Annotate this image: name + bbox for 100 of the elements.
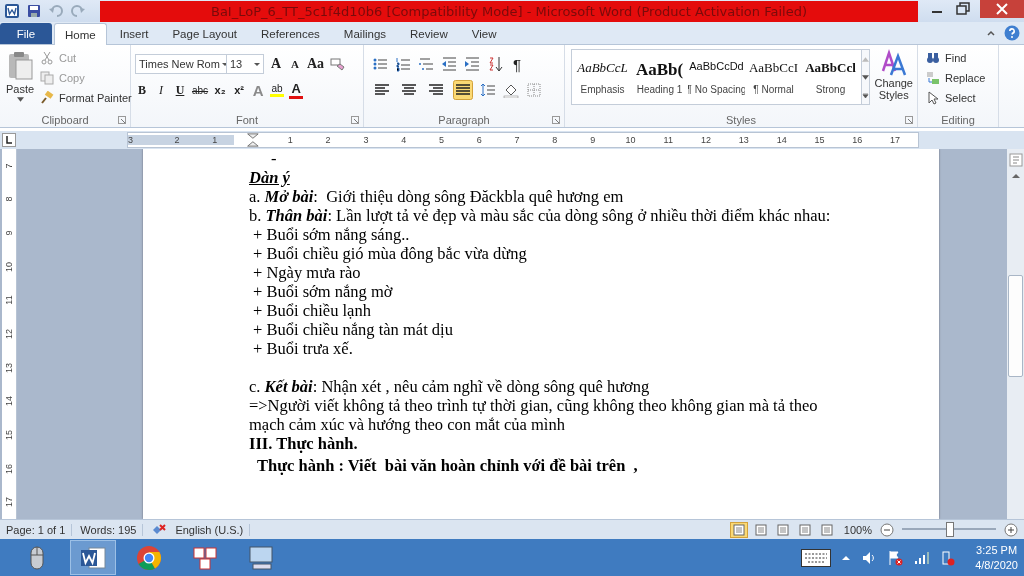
document-text: - bbox=[270, 149, 278, 168]
section-line: c. Kết bài: Nhận xét , nêu cảm nghĩ về dòng sông quê hương bbox=[249, 377, 651, 396]
bullet-line: + Buổi sớm nắng mờ bbox=[252, 282, 394, 301]
sort-icon[interactable] bbox=[487, 56, 503, 72]
shrink-font-button[interactable]: A bbox=[288, 58, 302, 70]
word-count[interactable]: Words: 195 bbox=[80, 523, 144, 536]
group-label: Clipboard bbox=[41, 113, 89, 126]
dialog-launcher-icon[interactable] bbox=[552, 115, 560, 124]
group-label: Styles bbox=[726, 113, 756, 126]
bullet-line: + Buổi chiều gió mùa đông bắc vừa dừng bbox=[252, 244, 528, 263]
format-button[interactable]: x₂ bbox=[213, 84, 228, 96]
vertical-scrollbar[interactable] bbox=[1007, 149, 1024, 519]
style-item[interactable]: AaBb( Heading 1 bbox=[631, 50, 688, 104]
dialog-launcher-icon[interactable] bbox=[351, 115, 359, 124]
ruler-toggle-icon[interactable] bbox=[1008, 153, 1023, 167]
font-name-field[interactable]: Times New Rom bbox=[135, 54, 227, 74]
style-item[interactable]: AaBbCcI ¶ Normal bbox=[745, 50, 802, 104]
view-mode-icon[interactable] bbox=[729, 521, 748, 538]
page-count[interactable]: Page: 1 of 1 bbox=[6, 523, 73, 536]
ribbon-tab[interactable]: References bbox=[250, 23, 331, 44]
scroll-up-icon[interactable] bbox=[1010, 171, 1021, 181]
outline-heading: Dàn ý bbox=[249, 168, 291, 187]
style-item[interactable]: AaBbCcL Emphasis bbox=[574, 50, 631, 104]
format-button[interactable]: U bbox=[173, 82, 187, 98]
font-color-button[interactable]: A bbox=[289, 81, 304, 99]
file-tab[interactable]: File bbox=[0, 23, 52, 44]
dialog-launcher-icon[interactable] bbox=[118, 115, 126, 124]
save-icon[interactable] bbox=[26, 3, 42, 19]
scissors-icon bbox=[40, 50, 54, 65]
signal-bars-icon[interactable] bbox=[913, 549, 930, 566]
multilevel-list-icon[interactable] bbox=[418, 56, 434, 72]
replace-icon bbox=[926, 70, 940, 85]
tab-selector-icon[interactable] bbox=[2, 133, 16, 147]
power-plug-icon[interactable] bbox=[939, 549, 956, 566]
bullet-line: + Buổi sớm nắng sáng.. bbox=[252, 225, 411, 244]
horizontal-ruler: 3 2 1 1 2 3 4 5 6 7 8 9 10 11 12 13 14 15 16 17 bbox=[127, 132, 919, 148]
grow-font-button[interactable]: A bbox=[269, 56, 283, 72]
bullets-icon[interactable] bbox=[372, 56, 388, 72]
keyboard-icon[interactable] bbox=[801, 548, 832, 567]
scroll-thumb[interactable] bbox=[1008, 275, 1023, 377]
zoom-in-icon[interactable] bbox=[1004, 522, 1018, 537]
format-button[interactable]: x² bbox=[232, 84, 247, 96]
zoom-level[interactable]: 100% bbox=[843, 523, 872, 536]
close-icon[interactable] bbox=[980, 0, 1024, 18]
group-label: Font bbox=[236, 113, 258, 126]
format-painter-button[interactable]: Format Painter bbox=[40, 89, 132, 106]
bullet-line: + Buổi trưa xế. bbox=[252, 339, 354, 358]
font-size-field[interactable]: 13 bbox=[226, 54, 264, 74]
word-app-icon[interactable] bbox=[70, 540, 116, 575]
clear-formatting-icon[interactable] bbox=[329, 56, 346, 72]
increase-indent-icon[interactable] bbox=[464, 56, 480, 72]
collapse-ribbon-icon[interactable] bbox=[986, 28, 996, 38]
gallery-scrollbar[interactable] bbox=[862, 49, 871, 105]
group-label: Paragraph bbox=[438, 113, 490, 126]
word-logo-icon[interactable] bbox=[4, 3, 20, 19]
document-text: =>Người viết không tả theo trình tự thời gian, cũng không theo không gian mà tả theo mạch cảm xúc và hướng theo con mắt của mình bbox=[249, 396, 819, 434]
zoom-slider-thumb[interactable] bbox=[946, 522, 954, 537]
scroll-down-icon[interactable] bbox=[862, 74, 870, 80]
change-case-button[interactable]: Aa bbox=[307, 56, 325, 72]
ribbon-tab[interactable]: Mailings bbox=[332, 23, 398, 44]
ribbon-tab[interactable]: View bbox=[460, 23, 508, 44]
numbering-icon[interactable] bbox=[395, 56, 411, 72]
dialog-launcher-icon[interactable] bbox=[905, 115, 913, 124]
ribbon-tab[interactable]: Insert bbox=[108, 23, 160, 44]
ribbon-tab[interactable]: Home bbox=[54, 23, 107, 45]
help-icon[interactable] bbox=[1004, 25, 1020, 41]
align-justify-icon[interactable] bbox=[453, 80, 473, 100]
zoom-out-icon[interactable] bbox=[880, 522, 894, 537]
section-line: a. Mở bài: Giới thiệu dòng sông Đăckbla quê hương em bbox=[249, 187, 625, 206]
format-button[interactable]: I bbox=[154, 82, 168, 98]
paintbrush-icon bbox=[40, 90, 54, 105]
letters-icon bbox=[879, 49, 908, 77]
clock[interactable]: 3:25 PM 4/8/2020 bbox=[975, 544, 1018, 571]
language-indicator[interactable]: English (U.S.) bbox=[175, 523, 251, 536]
style-item[interactable]: AaBbCcl Strong bbox=[802, 50, 859, 104]
change-styles-button[interactable]: Change Styles bbox=[874, 49, 913, 112]
vertical-ruler: 7 8 9 10 11 12 13 14 15 16 17 bbox=[2, 149, 17, 519]
find-button[interactable]: Find bbox=[926, 49, 994, 66]
format-button[interactable]: B bbox=[135, 82, 149, 98]
bullet-line: + Buổi chiều lạnh bbox=[252, 301, 372, 320]
highlight-button[interactable]: ab bbox=[270, 83, 285, 97]
line-spacing-icon[interactable] bbox=[480, 82, 496, 98]
more-icon[interactable] bbox=[862, 92, 870, 98]
bullet-line: + Ngày mưa rào bbox=[252, 263, 362, 282]
shading-icon[interactable] bbox=[503, 82, 519, 98]
show-formatting-button[interactable]: ¶ bbox=[510, 55, 524, 73]
section-heading: III. Thực hành. bbox=[249, 434, 359, 453]
dropdown-arrow-icon bbox=[16, 97, 24, 102]
binoculars-icon bbox=[926, 50, 940, 65]
select-button[interactable]: Select bbox=[926, 89, 994, 106]
decrease-indent-icon[interactable] bbox=[441, 56, 457, 72]
bullet-line: + Buổi chiều nắng tàn mát dịu bbox=[252, 320, 454, 339]
flag-icon[interactable] bbox=[887, 549, 904, 566]
ribbon-tab[interactable]: Review bbox=[399, 23, 459, 44]
cursor-arrow-icon bbox=[926, 90, 940, 105]
paste-button[interactable]: Paste bbox=[4, 49, 36, 112]
task-line: Thực hành : Viết bài văn hoàn chỉnh với đề bài trên , bbox=[256, 456, 639, 475]
ribbon-tab[interactable]: Page Layout bbox=[161, 23, 249, 44]
replace-button[interactable]: Replace bbox=[926, 69, 994, 86]
format-button[interactable]: abc bbox=[192, 84, 209, 96]
